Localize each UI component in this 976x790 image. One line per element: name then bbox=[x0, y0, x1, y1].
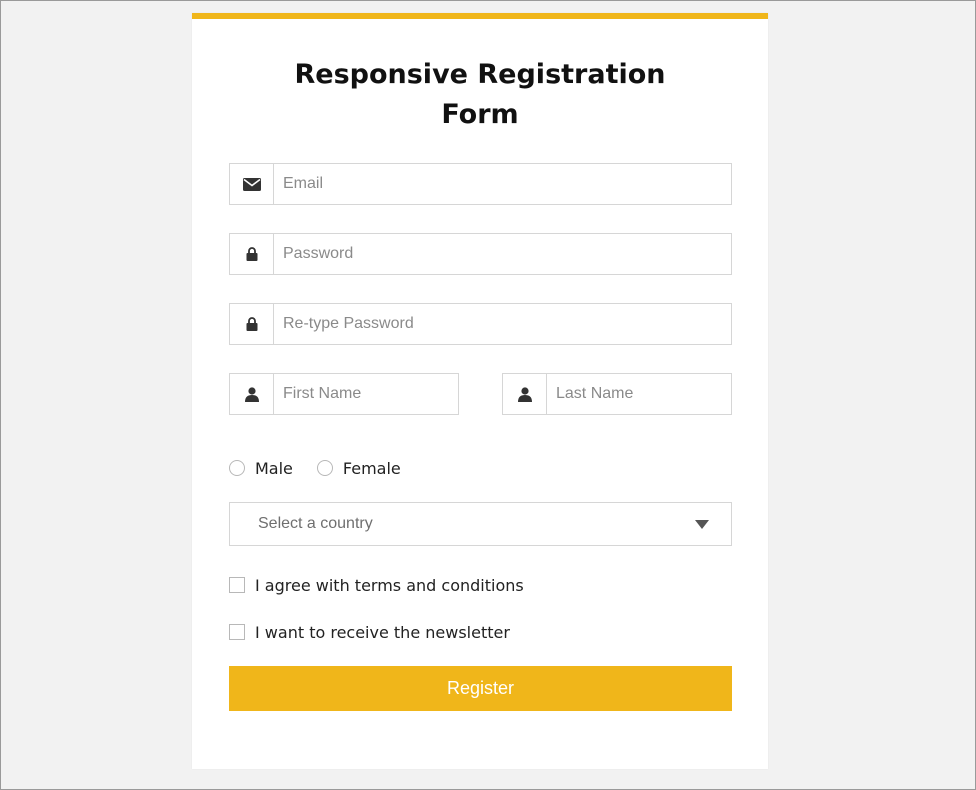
register-button[interactable]: Register bbox=[229, 666, 732, 711]
gender-female-option[interactable]: Female bbox=[316, 458, 401, 478]
user-icon bbox=[503, 374, 547, 414]
email-field bbox=[229, 163, 732, 205]
lock-icon bbox=[230, 234, 274, 274]
last-name-field bbox=[502, 373, 732, 415]
male-label: Male bbox=[255, 458, 293, 478]
password-field bbox=[229, 233, 732, 275]
terms-checkbox[interactable] bbox=[229, 577, 245, 593]
form-title: Responsive Registration Form bbox=[192, 55, 768, 135]
retype-password-input[interactable] bbox=[274, 304, 731, 344]
chevron-down-icon bbox=[695, 519, 709, 529]
female-radio[interactable] bbox=[316, 460, 333, 476]
newsletter-checkbox[interactable] bbox=[229, 624, 245, 640]
terms-label: I agree with terms and conditions bbox=[255, 575, 524, 595]
country-select[interactable]: Select a country bbox=[229, 502, 732, 546]
last-name-input[interactable] bbox=[547, 374, 731, 414]
male-radio[interactable] bbox=[229, 460, 245, 476]
gender-male-option[interactable]: Male bbox=[229, 459, 293, 478]
first-name-input[interactable] bbox=[274, 374, 458, 414]
page-background: Responsive Registration Form Email First… bbox=[0, 0, 976, 790]
email-input[interactable] bbox=[274, 164, 731, 204]
retype-password-field bbox=[229, 303, 732, 345]
password-input[interactable] bbox=[274, 234, 731, 274]
lock-icon bbox=[230, 304, 274, 344]
female-label: Female bbox=[342, 458, 401, 478]
user-icon bbox=[230, 374, 274, 414]
accent-bar bbox=[192, 13, 768, 19]
form-title-text: Responsive Registration Form bbox=[294, 59, 666, 130]
terms-checkbox-row[interactable]: I agree with terms and conditions bbox=[229, 574, 524, 596]
registration-card: Responsive Registration Form Email First… bbox=[192, 13, 768, 769]
country-select-placeholder: Select a country bbox=[258, 515, 373, 532]
first-name-field bbox=[229, 373, 459, 415]
newsletter-label: I want to receive the newsletter bbox=[255, 622, 510, 642]
newsletter-checkbox-row[interactable]: I want to receive the newsletter bbox=[229, 621, 510, 643]
gender-radio-group: Male Female bbox=[229, 457, 425, 479]
envelope-icon bbox=[230, 164, 274, 204]
